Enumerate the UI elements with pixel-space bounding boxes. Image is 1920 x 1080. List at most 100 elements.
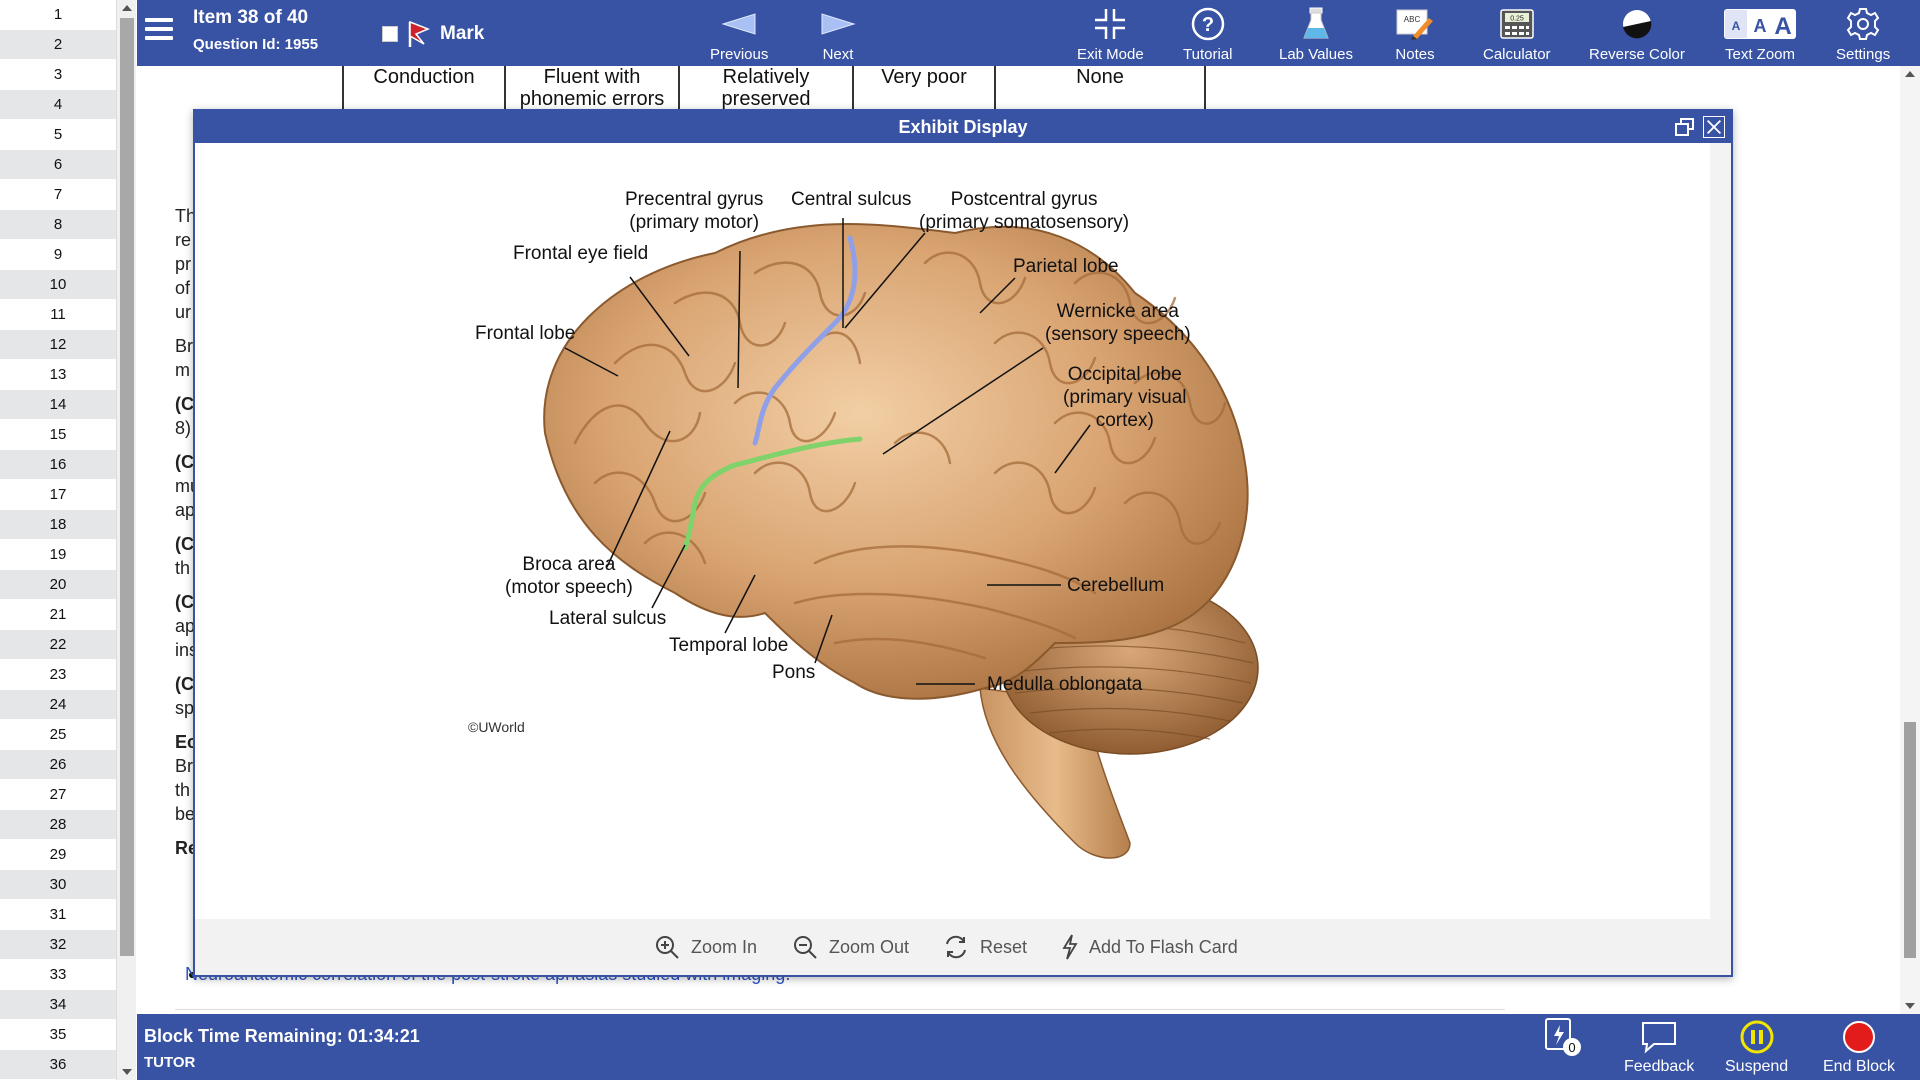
label-pons: Pons bbox=[772, 662, 816, 683]
test-mode-label: TUTOR bbox=[144, 1054, 196, 1071]
question-nav-item[interactable]: 18 bbox=[0, 510, 116, 540]
question-nav-item[interactable]: 35 bbox=[0, 1020, 116, 1050]
text-zoom-label: Text Zoom bbox=[1724, 46, 1796, 63]
notes-button[interactable]: ABC Notes bbox=[1395, 4, 1435, 63]
label-lateral-sulcus: Lateral sulcus bbox=[549, 608, 667, 629]
explanation-fragment: Br bbox=[175, 756, 193, 776]
question-nav-item[interactable]: 9 bbox=[0, 240, 116, 270]
question-nav-item[interactable]: 13 bbox=[0, 360, 116, 390]
question-nav-item[interactable]: 3 bbox=[0, 60, 116, 90]
menu-hamburger-icon[interactable] bbox=[145, 18, 173, 42]
calculator-button[interactable]: 0.25 Calculator bbox=[1483, 4, 1551, 63]
suspend-button[interactable]: Suspend bbox=[1725, 1018, 1788, 1076]
question-nav-item[interactable]: 30 bbox=[0, 870, 116, 900]
end-block-label: End Block bbox=[1823, 1058, 1896, 1075]
reset-icon bbox=[946, 935, 966, 959]
question-nav-item[interactable]: 34 bbox=[0, 990, 116, 1020]
settings-button[interactable]: Settings bbox=[1836, 4, 1890, 63]
label-cerebellum: Cerebellum bbox=[1067, 575, 1165, 596]
question-nav-item[interactable]: 25 bbox=[0, 720, 116, 750]
previous-button[interactable]: Previous bbox=[710, 4, 768, 63]
explanation-fragment: (C bbox=[175, 534, 194, 554]
explanation-fragment: of bbox=[175, 278, 191, 298]
mark-checkbox[interactable] bbox=[382, 26, 398, 42]
text-zoom-button[interactable]: A A A Text Zoom bbox=[1723, 4, 1797, 63]
label-frontal-eye-field: Frontal eye field bbox=[513, 243, 649, 264]
explanation-fragment: (C bbox=[175, 452, 194, 472]
next-button[interactable]: Next bbox=[820, 4, 856, 63]
question-nav-item[interactable]: 19 bbox=[0, 540, 116, 570]
question-nav-item[interactable]: 12 bbox=[0, 330, 116, 360]
question-navigator: 1 2 3 4 5 6 7 8 9 10 11 12 13 14 15 16 17 18 19 20 21 22 23 24 2… bbox=[0, 0, 116, 1080]
question-nav-item[interactable]: 8 bbox=[0, 210, 116, 240]
lab-values-button[interactable]: Lab Values bbox=[1279, 4, 1353, 63]
zoom-out-button[interactable]: Zoom Out bbox=[791, 933, 909, 961]
question-nav-item[interactable]: 36 bbox=[0, 1050, 116, 1080]
exit-mode-button[interactable]: Exit Mode bbox=[1077, 4, 1144, 63]
reverse-color-button[interactable]: Reverse Color bbox=[1589, 4, 1685, 63]
question-nav-item[interactable]: 15 bbox=[0, 420, 116, 450]
label-central-sulcus: Central sulcus bbox=[791, 189, 912, 210]
exhibit-window[interactable]: Exhibit Display Precentral gyrus (primar… bbox=[193, 109, 1733, 977]
question-nav-item[interactable]: 22 bbox=[0, 630, 116, 660]
feedback-button[interactable]: Feedback bbox=[1624, 1018, 1694, 1076]
divider bbox=[175, 1009, 1505, 1010]
question-nav-item[interactable]: 29 bbox=[0, 840, 116, 870]
tutorial-button[interactable]: ? Tutorial bbox=[1183, 4, 1232, 63]
label-medulla-oblongata: Medulla oblongata bbox=[987, 674, 1143, 695]
exhibit-scrollbar[interactable] bbox=[1710, 143, 1731, 919]
exhibit-titlebar[interactable]: Exhibit Display bbox=[195, 111, 1731, 143]
table-row: Conduction Fluent with phonemic errors R… bbox=[342, 66, 1206, 112]
question-nav-item[interactable]: 21 bbox=[0, 600, 116, 630]
scroll-down-arrow-icon[interactable] bbox=[1905, 1003, 1915, 1009]
main-scrollbar[interactable] bbox=[1900, 66, 1920, 1014]
question-nav-item[interactable]: 2 bbox=[0, 30, 116, 60]
question-nav-item[interactable]: 28 bbox=[0, 810, 116, 840]
question-nav-item[interactable]: 16 bbox=[0, 450, 116, 480]
close-icon[interactable] bbox=[1703, 116, 1725, 138]
label-line: (sensory speech) bbox=[1045, 324, 1191, 345]
next-label: Next bbox=[822, 46, 854, 63]
question-nav-item[interactable]: 23 bbox=[0, 660, 116, 690]
question-nav-item[interactable]: 24 bbox=[0, 690, 116, 720]
reset-button[interactable]: Reset bbox=[942, 933, 1027, 961]
question-nav-item[interactable]: 33 bbox=[0, 960, 116, 990]
scroll-down-arrow-icon[interactable] bbox=[122, 1069, 132, 1075]
previous-label: Previous bbox=[710, 46, 769, 63]
navigator-scroll-thumb[interactable] bbox=[120, 18, 134, 956]
restore-window-icon[interactable] bbox=[1674, 116, 1696, 138]
question-nav-item[interactable]: 31 bbox=[0, 900, 116, 930]
next-arrow-icon bbox=[821, 13, 856, 35]
explanation-fragment: (C bbox=[175, 592, 194, 612]
question-nav-item[interactable]: 5 bbox=[0, 120, 116, 150]
flask-icon bbox=[1303, 7, 1329, 39]
question-nav-item[interactable]: 32 bbox=[0, 930, 116, 960]
question-nav-item[interactable]: 7 bbox=[0, 180, 116, 210]
table-cell: Fluent with phonemic errors bbox=[504, 66, 680, 112]
flashcards-button[interactable]: 0 bbox=[1543, 1018, 1583, 1056]
question-nav-item[interactable]: 20 bbox=[0, 570, 116, 600]
mark-label: Mark bbox=[440, 23, 485, 44]
question-nav-item[interactable]: 14 bbox=[0, 390, 116, 420]
question-nav-item[interactable]: 26 bbox=[0, 750, 116, 780]
question-nav-item[interactable]: 17 bbox=[0, 480, 116, 510]
scroll-up-arrow-icon[interactable] bbox=[1905, 71, 1915, 77]
explanation-fragment: (C bbox=[175, 394, 194, 414]
question-nav-item[interactable]: 1 bbox=[0, 0, 116, 30]
end-block-button[interactable]: End Block bbox=[1823, 1018, 1895, 1076]
question-nav-item[interactable]: 6 bbox=[0, 150, 116, 180]
notes-pencil-icon: ABC bbox=[1396, 9, 1433, 40]
flag-icon bbox=[408, 20, 431, 47]
question-nav-item[interactable]: 4 bbox=[0, 90, 116, 120]
question-nav-item[interactable]: 27 bbox=[0, 780, 116, 810]
question-nav-item[interactable]: 10 bbox=[0, 270, 116, 300]
zoom-in-button[interactable]: Zoom In bbox=[653, 933, 757, 961]
explanation-fragment: th bbox=[175, 780, 191, 800]
navigator-scrollbar[interactable] bbox=[116, 0, 136, 1080]
main-scroll-thumb[interactable] bbox=[1904, 722, 1916, 958]
scroll-up-arrow-icon[interactable] bbox=[122, 5, 132, 11]
mark-toggle[interactable]: Mark bbox=[382, 20, 484, 48]
svg-text:A: A bbox=[1754, 16, 1767, 36]
add-flash-card-button[interactable]: Add To Flash Card bbox=[1061, 933, 1238, 961]
question-nav-item[interactable]: 11 bbox=[0, 300, 116, 330]
